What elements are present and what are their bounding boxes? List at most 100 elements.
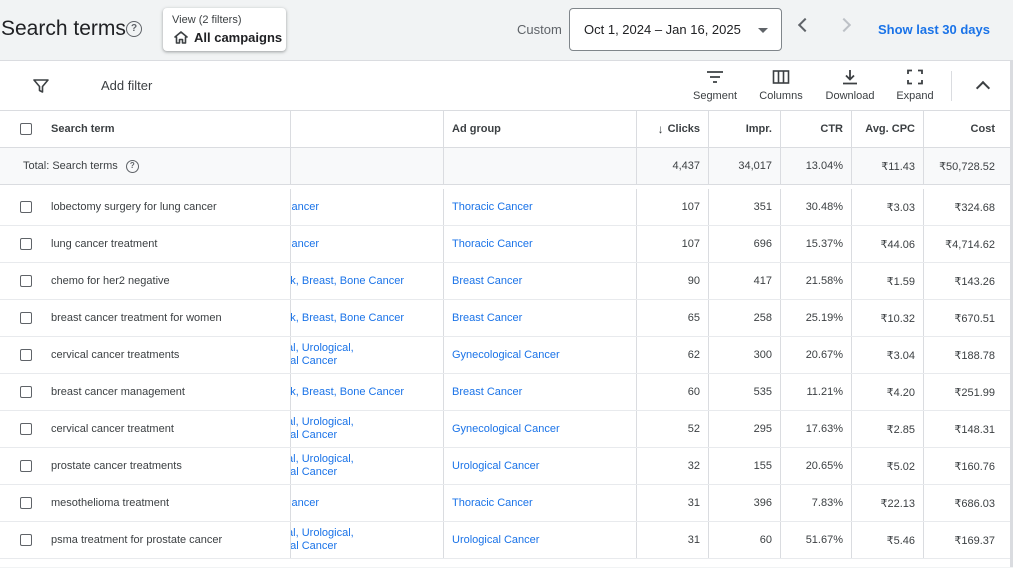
cost-cell: ₹4,714.62 bbox=[923, 226, 1010, 262]
row-checkbox[interactable] bbox=[20, 460, 32, 472]
avg-cpc-cell: ₹5.02 bbox=[851, 448, 923, 484]
row-checkbox[interactable] bbox=[20, 275, 32, 287]
campaign-line-2: stinal Cancer bbox=[290, 355, 338, 367]
cost-cell: ₹670.51 bbox=[923, 300, 1010, 336]
ctr-cell: 20.65% bbox=[780, 448, 851, 484]
campaign-link[interactable]: Cancer bbox=[291, 497, 319, 510]
filter-icon[interactable] bbox=[33, 78, 49, 94]
row-checkbox-cell bbox=[20, 448, 34, 484]
ad-group-link[interactable]: Gynecological Cancer bbox=[452, 423, 560, 435]
campaign-link[interactable]: gical, Urological,stinal Cancer bbox=[290, 342, 354, 368]
ad-group-link[interactable]: Gynecological Cancer bbox=[452, 349, 560, 361]
expand-icon bbox=[907, 69, 923, 85]
date-range-picker[interactable]: Oct 1, 2024 – Jan 16, 2025 bbox=[569, 8, 782, 51]
table-row[interactable]: psma treatment for prostate cancer gical,… bbox=[0, 522, 1010, 559]
ad-group-cell: Thoracic Cancer bbox=[443, 485, 636, 521]
ad-group-link[interactable]: Breast Cancer bbox=[452, 386, 522, 398]
help-icon[interactable]: ? bbox=[125, 159, 139, 173]
download-label: Download bbox=[825, 90, 875, 102]
table-toolbar: Add filter Segment Columns Download Expa… bbox=[0, 61, 1010, 111]
campaign-link[interactable]: gical, Urological,stinal Cancer bbox=[291, 416, 354, 442]
header-clicks[interactable]: ↓ Clicks bbox=[636, 111, 708, 147]
total-cost: ₹50,728.52 bbox=[923, 148, 1010, 184]
ad-group-link[interactable]: Breast Cancer bbox=[452, 275, 522, 287]
table-row[interactable]: chemo for her2 negative eck, Breast, Bone… bbox=[0, 263, 1010, 300]
header-ctr[interactable]: CTR bbox=[780, 111, 851, 147]
header-ad-group[interactable]: Ad group bbox=[443, 111, 636, 147]
row-checkbox-cell bbox=[20, 189, 34, 225]
clicks-cell: 65 bbox=[636, 300, 708, 336]
table-row[interactable]: mesothelioma treatment Cancer Thoracic Can… bbox=[0, 485, 1010, 522]
avg-cpc-cell: ₹3.03 bbox=[851, 189, 923, 225]
ad-group-link[interactable]: Breast Cancer bbox=[452, 312, 522, 324]
ad-group-link[interactable]: Thoracic Cancer bbox=[452, 238, 533, 250]
campaign-link[interactable]: eck, Breast, Bone Cancer bbox=[291, 275, 404, 288]
campaign-link[interactable]: eck, Breast, Bone Cancer bbox=[291, 386, 404, 399]
table-row[interactable]: lobectomy surgery for lung cancer Cancer T… bbox=[0, 189, 1010, 226]
help-icon[interactable]: ? bbox=[126, 21, 142, 37]
chevron-up-icon[interactable] bbox=[975, 80, 991, 96]
ad-group-link[interactable]: Thoracic Cancer bbox=[452, 201, 533, 213]
cost-cell: ₹160.76 bbox=[923, 448, 1010, 484]
campaign-link[interactable]: Cancer bbox=[291, 201, 319, 214]
campaign-line-1: gical, Urological, bbox=[291, 342, 354, 354]
columns-button[interactable]: Columns bbox=[758, 69, 804, 102]
row-checkbox[interactable] bbox=[20, 386, 32, 398]
campaign-link[interactable]: gical, Urological,stinal Cancer bbox=[290, 453, 354, 479]
avg-cpc-cell: ₹44.06 bbox=[851, 226, 923, 262]
ad-group-link[interactable]: Urological Cancer bbox=[452, 534, 539, 546]
segment-button[interactable]: Segment bbox=[692, 69, 738, 102]
table-row[interactable]: breast cancer treatment for women eck, Br… bbox=[0, 300, 1010, 337]
columns-icon bbox=[772, 70, 790, 84]
table-row[interactable]: cervical cancer treatments gical, Urologi… bbox=[0, 337, 1010, 374]
header-search-term[interactable]: Search term bbox=[51, 111, 286, 147]
header-impr[interactable]: Impr. bbox=[708, 111, 780, 147]
chevron-left-icon[interactable] bbox=[797, 17, 813, 33]
add-filter-button[interactable]: Add filter bbox=[101, 78, 152, 93]
table-row[interactable]: prostate cancer treatments gical, Urologi… bbox=[0, 448, 1010, 485]
header-campaign[interactable] bbox=[290, 111, 440, 147]
campaign-line-1: gical, Urological, bbox=[291, 453, 354, 465]
table-row[interactable]: breast cancer management eck, Breast, Bon… bbox=[0, 374, 1010, 411]
avg-cpc-cell: ₹5.46 bbox=[851, 522, 923, 558]
header-cost[interactable]: Cost bbox=[923, 111, 1010, 147]
search-term-cell: cervical cancer treatments bbox=[51, 349, 180, 361]
segment-label: Segment bbox=[692, 90, 738, 102]
campaign-link[interactable]: eck, Breast, Bone Cancer bbox=[291, 312, 404, 325]
campaign-cell: eck, Breast, Bone Cancer bbox=[290, 374, 440, 410]
impr-cell: 300 bbox=[708, 337, 780, 373]
download-button[interactable]: Download bbox=[824, 69, 876, 102]
select-all-checkbox[interactable] bbox=[20, 123, 32, 135]
row-checkbox[interactable] bbox=[20, 423, 32, 435]
view-value: All campaigns bbox=[194, 30, 283, 45]
date-range-value: Oct 1, 2024 – Jan 16, 2025 bbox=[584, 22, 741, 37]
header-avg-cpc[interactable]: Avg. CPC bbox=[851, 111, 923, 147]
table-row[interactable]: lung cancer treatment Cancer Thoracic Canc… bbox=[0, 226, 1010, 263]
ad-group-cell: Breast Cancer bbox=[443, 374, 636, 410]
ad-group-link[interactable]: Thoracic Cancer bbox=[452, 497, 533, 509]
total-impr: 34,017 bbox=[708, 148, 780, 184]
chevron-right-icon[interactable] bbox=[836, 17, 852, 33]
ctr-cell: 15.37% bbox=[780, 226, 851, 262]
row-checkbox[interactable] bbox=[20, 312, 32, 324]
ctr-cell: 25.19% bbox=[780, 300, 851, 336]
row-checkbox-cell bbox=[20, 411, 34, 447]
campaign-link[interactable]: gical, Urological,stinal Cancer bbox=[291, 527, 354, 553]
campaign-link[interactable]: Cancer bbox=[291, 238, 319, 251]
search-term-cell: prostate cancer treatments bbox=[51, 460, 182, 472]
row-checkbox[interactable] bbox=[20, 201, 32, 213]
row-checkbox[interactable] bbox=[20, 238, 32, 250]
row-checkbox[interactable] bbox=[20, 349, 32, 361]
expand-button[interactable]: Expand bbox=[893, 69, 937, 102]
table-row[interactable]: cervical cancer treatment gical, Urologic… bbox=[0, 411, 1010, 448]
show-last-30-days-link[interactable]: Show last 30 days bbox=[878, 22, 990, 37]
clicks-cell: 90 bbox=[636, 263, 708, 299]
view-selector-button[interactable]: View (2 filters) All campaigns bbox=[163, 8, 286, 51]
row-checkbox[interactable] bbox=[20, 497, 32, 509]
row-checkbox[interactable] bbox=[20, 534, 32, 546]
ad-group-link[interactable]: Urological Cancer bbox=[452, 460, 539, 472]
ad-group-cell: Thoracic Cancer bbox=[443, 226, 636, 262]
campaign-line-2: stinal Cancer bbox=[290, 466, 338, 478]
row-checkbox-cell bbox=[20, 300, 34, 336]
search-term-cell: lung cancer treatment bbox=[51, 238, 158, 250]
